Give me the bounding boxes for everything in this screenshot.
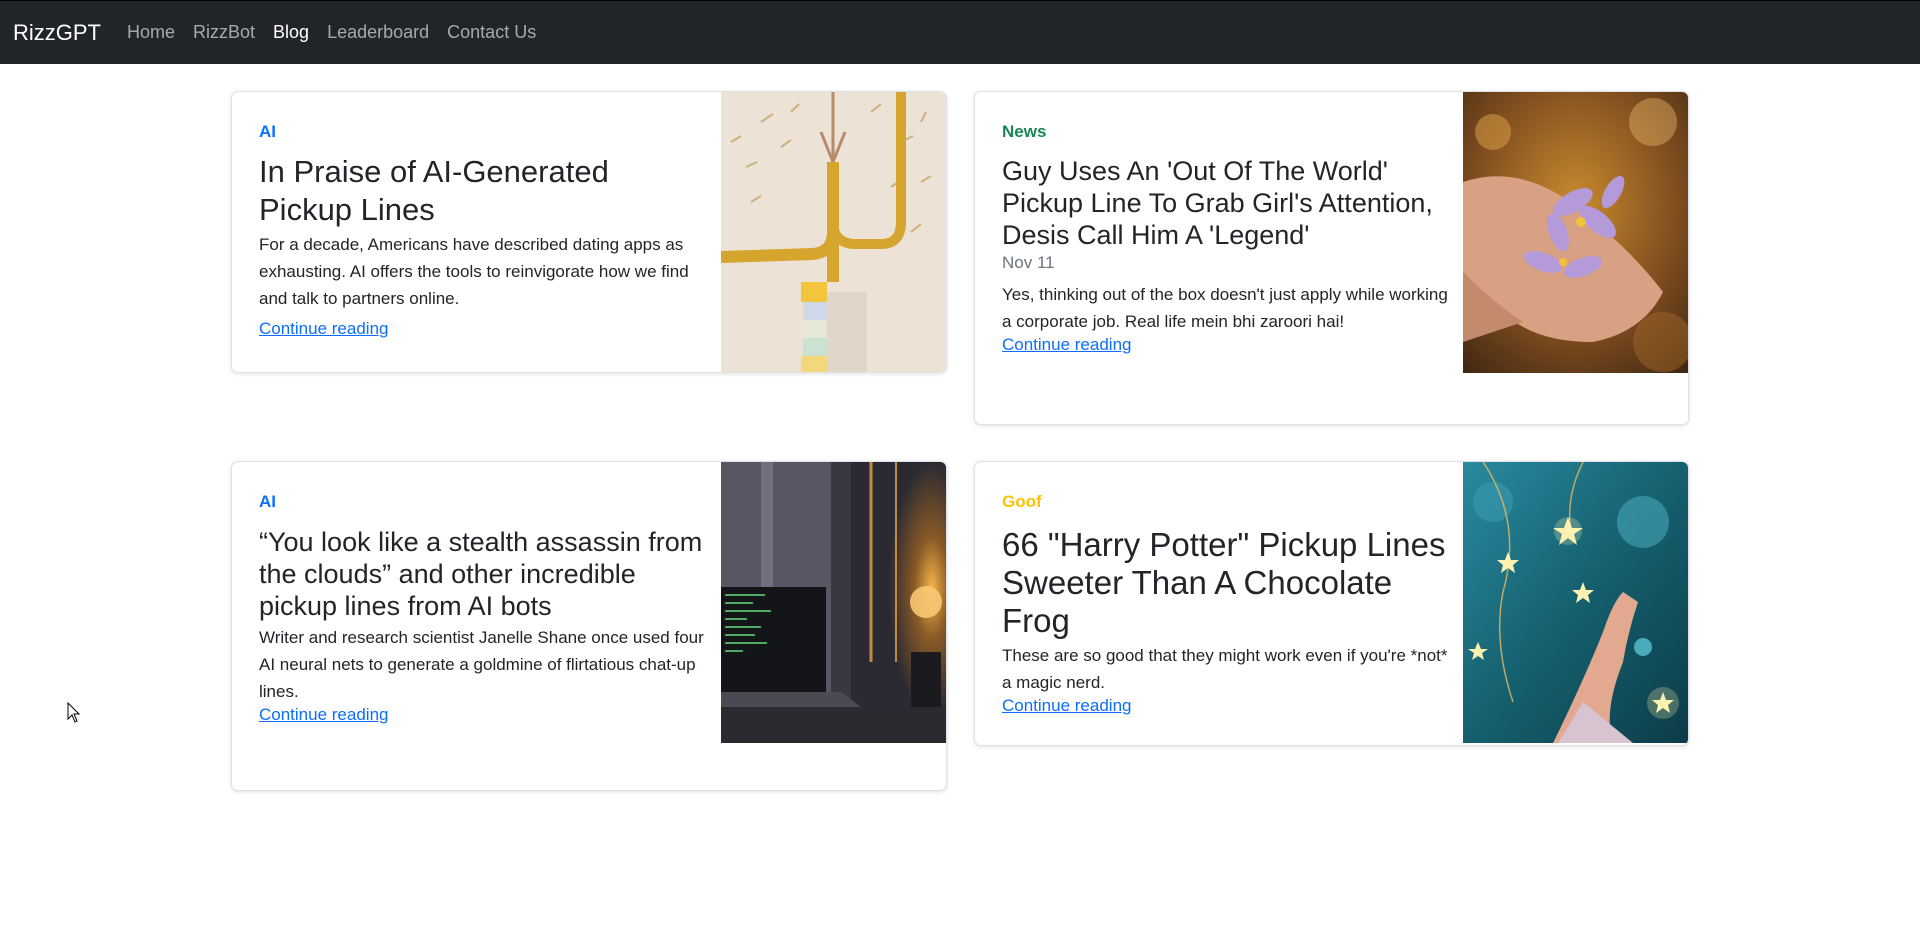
post-title: Guy Uses An 'Out Of The World' Pickup Li… [1002, 156, 1433, 250]
post-excerpt: For a decade, Americans have described d… [259, 235, 689, 308]
post-title: 66 "Harry Potter" Pickup Lines Sweeter T… [1002, 526, 1446, 639]
post-title: “You look like a stealth assassin from t… [259, 527, 703, 621]
post-category: Goof [1002, 492, 1042, 511]
blog-post-card: AI “You look like a stealth assassin fro… [231, 461, 947, 791]
continue-reading-link[interactable]: Continue reading [259, 705, 388, 725]
post-title: In Praise of AI-Generated Pickup Lines [259, 154, 609, 227]
toy-train-tracks-photo [721, 92, 946, 372]
laptop-and-lamp-photo [721, 462, 946, 743]
card-body: Goof 66 "Harry Potter" Pickup Lines Swee… [1002, 492, 1452, 716]
blog-post-card: News Guy Uses An 'Out Of The World' Pick… [974, 91, 1689, 425]
post-excerpt: Writer and research scientist Janelle Sh… [259, 628, 704, 701]
post-category: News [1002, 122, 1047, 141]
card-body: AI In Praise of AI-Generated Pickup Line… [259, 122, 709, 339]
nav-link-contact-us[interactable]: Contact Us [447, 22, 536, 43]
blog-post-card: Goof 66 "Harry Potter" Pickup Lines Swee… [974, 461, 1689, 746]
card-body: AI “You look like a stealth assassin fro… [259, 492, 709, 725]
nav-link-blog[interactable]: Blog [273, 22, 309, 43]
post-excerpt: Yes, thinking out of the box doesn't jus… [1002, 285, 1448, 331]
hand-holding-purple-flowers-photo [1463, 92, 1688, 373]
post-category: AI [259, 122, 276, 141]
card-body: News Guy Uses An 'Out Of The World' Pick… [1002, 122, 1452, 355]
hand-reaching-star-lights-photo [1463, 462, 1688, 743]
post-category: AI [259, 492, 276, 511]
nav-link-rizzbot[interactable]: RizzBot [193, 22, 255, 43]
nav-link-home[interactable]: Home [127, 22, 175, 43]
continue-reading-link[interactable]: Continue reading [259, 319, 388, 339]
continue-reading-link[interactable]: Continue reading [1002, 696, 1131, 716]
post-date: Nov 11 [1002, 253, 1055, 272]
top-navbar: RizzGPT Home RizzBot Blog Leaderboard Co… [0, 0, 1920, 64]
blog-post-card: AI In Praise of AI-Generated Pickup Line… [231, 91, 947, 373]
nav-link-leaderboard[interactable]: Leaderboard [327, 22, 429, 43]
mouse-cursor-icon [67, 702, 81, 723]
brand-logo[interactable]: RizzGPT [13, 20, 101, 46]
continue-reading-link[interactable]: Continue reading [1002, 335, 1131, 355]
post-excerpt: These are so good that they might work e… [1002, 646, 1448, 692]
